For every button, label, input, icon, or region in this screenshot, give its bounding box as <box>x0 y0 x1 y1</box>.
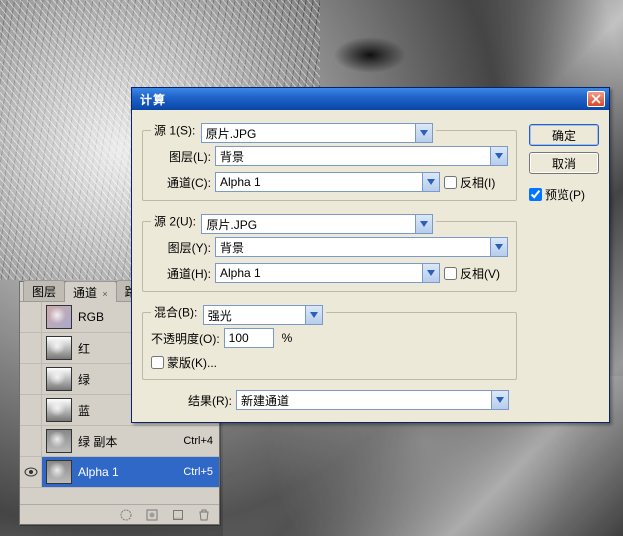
eye-icon <box>24 467 38 477</box>
ok-button[interactable]: 确定 <box>529 124 599 146</box>
channel-thumb <box>46 398 72 422</box>
blend-mode-value: 强光 <box>208 307 305 324</box>
visibility-cell[interactable] <box>20 457 42 487</box>
channel-thumb <box>46 336 72 360</box>
opacity-label: 不透明度(O): <box>151 330 220 347</box>
dialog-body: 源 1(S): 原片.JPG 图层(L): 背景 <box>132 110 609 422</box>
source2-channel-combo[interactable]: Alpha 1 <box>215 263 440 283</box>
chevron-down-icon <box>490 238 507 256</box>
visibility-cell[interactable] <box>20 302 42 332</box>
source2-layer-label: 图层(Y): <box>151 239 211 256</box>
visibility-cell[interactable] <box>20 333 42 363</box>
source2-layer-combo[interactable]: 背景 <box>215 237 508 257</box>
save-selection-icon[interactable] <box>145 508 159 522</box>
dialog-right-column: 确定 取消 预览(P) <box>529 120 599 203</box>
source1-layer-value: 背景 <box>220 148 490 165</box>
source1-file-value: 原片.JPG <box>206 125 415 142</box>
visibility-cell[interactable] <box>20 364 42 394</box>
dialog-title: 计算 <box>140 91 166 108</box>
delete-icon[interactable] <box>197 508 211 522</box>
visibility-cell[interactable] <box>20 395 42 425</box>
source1-invert-check[interactable]: 反相(I) <box>444 174 495 191</box>
channel-name: Alpha 1 <box>78 465 183 479</box>
blend-label: 混合(B): <box>154 306 197 320</box>
opacity-input[interactable] <box>224 328 274 348</box>
source2-channel-label: 通道(H): <box>151 265 211 282</box>
result-value: 新建通道 <box>241 392 491 409</box>
tab-close-glyph: × <box>102 289 107 299</box>
source1-layer-label: 图层(L): <box>151 148 211 165</box>
new-channel-icon[interactable] <box>171 508 185 522</box>
list-spacer <box>20 488 219 504</box>
mask-check[interactable]: 蒙版(K)... <box>151 354 217 371</box>
channel-thumb <box>46 367 72 391</box>
mask-label: 蒙版(K)... <box>167 354 217 371</box>
channel-row-green-copy[interactable]: 绿 副本 Ctrl+4 <box>20 426 219 457</box>
chevron-down-icon <box>422 173 439 191</box>
load-selection-icon[interactable] <box>119 508 133 522</box>
preview-label: 预览(P) <box>545 186 585 203</box>
blend-group: 混合(B): 强光 不透明度(O): % <box>142 302 517 380</box>
blend-mode-combo[interactable]: 强光 <box>203 305 323 325</box>
source2-file-combo[interactable]: 原片.JPG <box>201 214 433 234</box>
cancel-button[interactable]: 取消 <box>529 152 599 174</box>
source1-group: 源 1(S): 原片.JPG 图层(L): 背景 <box>142 120 517 201</box>
source2-layer-value: 背景 <box>220 239 490 256</box>
preview-check[interactable]: 预览(P) <box>529 186 599 203</box>
result-combo[interactable]: 新建通道 <box>236 390 509 410</box>
tab-layers[interactable]: 图层 <box>23 280 65 301</box>
source1-invert-box[interactable] <box>444 176 457 189</box>
source2-legend: 源 2(U): <box>154 215 196 229</box>
source2-file-value: 原片.JPG <box>206 216 415 233</box>
panel-footer <box>20 504 219 524</box>
close-button[interactable] <box>587 91 605 107</box>
channel-thumb <box>46 305 72 329</box>
percent-sign: % <box>282 331 293 345</box>
source1-channel-combo[interactable]: Alpha 1 <box>215 172 440 192</box>
source1-channel-label: 通道(C): <box>151 174 211 191</box>
tab-channels[interactable]: 通道 × <box>64 281 117 302</box>
source1-channel-value: Alpha 1 <box>220 175 422 189</box>
source2-group: 源 2(U): 原片.JPG 图层(Y): 背景 <box>142 211 517 292</box>
source2-invert-box[interactable] <box>444 267 457 280</box>
source1-file-combo[interactable]: 原片.JPG <box>201 123 433 143</box>
calculate-dialog: 计算 源 1(S): 原片.JPG 图层(L): <box>131 87 610 423</box>
channel-thumb <box>46 460 72 484</box>
source1-layer-combo[interactable]: 背景 <box>215 146 508 166</box>
source2-invert-label: 反相(V) <box>460 265 500 282</box>
source1-legend: 源 1(S): <box>154 124 195 138</box>
chevron-down-icon <box>415 124 432 142</box>
dialog-left-column: 源 1(S): 原片.JPG 图层(L): 背景 <box>142 120 517 410</box>
channel-shortcut: Ctrl+5 <box>183 466 219 478</box>
chevron-down-icon <box>490 147 507 165</box>
channel-name: 绿 副本 <box>78 433 183 450</box>
tab-channels-label: 通道 <box>73 286 97 300</box>
titlebar[interactable]: 计算 <box>132 88 609 110</box>
preview-box[interactable] <box>529 188 542 201</box>
source2-channel-value: Alpha 1 <box>220 266 422 280</box>
channel-shortcut: Ctrl+4 <box>183 435 219 447</box>
chevron-down-icon <box>415 215 432 233</box>
channel-row-alpha1[interactable]: Alpha 1 Ctrl+5 <box>20 457 219 488</box>
chevron-down-icon <box>305 306 322 324</box>
channel-thumb <box>46 429 72 453</box>
source1-invert-label: 反相(I) <box>460 174 495 191</box>
mask-box[interactable] <box>151 356 164 369</box>
chevron-down-icon <box>422 264 439 282</box>
chevron-down-icon <box>491 391 508 409</box>
visibility-cell[interactable] <box>20 426 42 456</box>
result-label: 结果(R): <box>142 392 232 409</box>
source2-invert-check[interactable]: 反相(V) <box>444 265 500 282</box>
result-row: 结果(R): 新建通道 <box>142 390 517 410</box>
